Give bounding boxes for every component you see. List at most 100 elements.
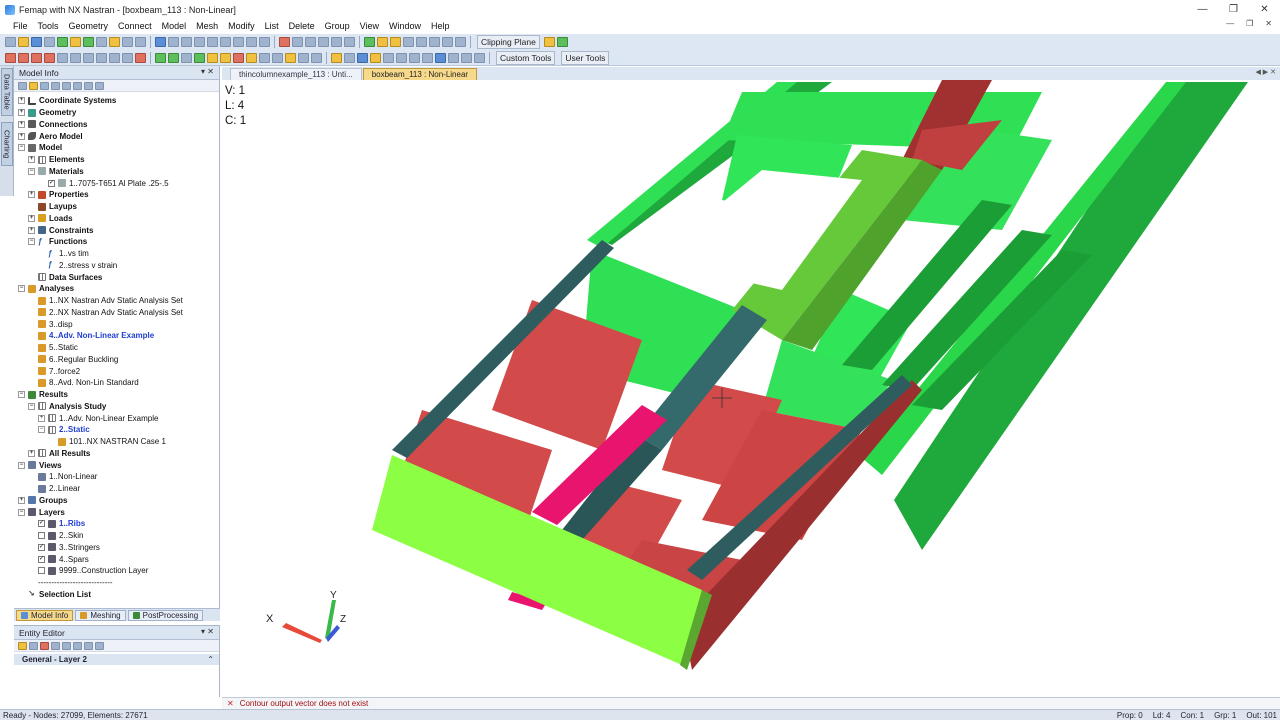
tree-node[interactable]: ✓ 1..Ribs (14, 518, 219, 530)
post-query-icon[interactable] (442, 37, 453, 47)
graphics-viewport[interactable]: X Y Z V: 1 L: 4 C: 1 (222, 80, 1280, 697)
entity-editor-section[interactable]: General - Layer 2 ⌃ (14, 654, 219, 665)
snap-curve-icon[interactable] (233, 52, 244, 63)
visibility-checkbox[interactable]: ✓ (48, 179, 55, 187)
tree-node[interactable]: 2..NX Nastran Adv Static Analysis Set (14, 307, 219, 319)
workplane-icon[interactable] (168, 52, 179, 63)
tree-node[interactable]: + Geometry (14, 107, 219, 119)
expand-icon[interactable]: + (38, 414, 45, 422)
visibility-checkbox[interactable]: ✓ (38, 543, 45, 551)
snap-clear-icon[interactable] (311, 52, 322, 63)
menu-model[interactable]: Model (157, 21, 192, 31)
tree-node[interactable]: 2..Linear (14, 483, 219, 495)
redo-icon[interactable] (135, 37, 146, 47)
snap-icon[interactable] (155, 52, 166, 63)
tab-charting[interactable]: Charting (1, 122, 13, 166)
tree-node[interactable]: + All Results (14, 448, 219, 460)
tree-node[interactable]: ✓ 3..Stringers (14, 542, 219, 554)
expand-icon[interactable]: + (18, 97, 25, 105)
mdi-minimize-icon[interactable]: — (1226, 19, 1234, 28)
tree-node[interactable]: + Loads (14, 213, 219, 225)
model-align-icon[interactable] (344, 52, 355, 63)
tab-view-thincolumn[interactable]: thincolumnexample_113 : Unti... (230, 68, 362, 80)
snap-midpoint-icon[interactable] (220, 52, 231, 63)
snap-options-icon[interactable] (298, 52, 309, 63)
expand-icon[interactable]: + (18, 109, 25, 117)
close-icon[interactable]: ✕ (1249, 0, 1280, 19)
mesh-icon[interactable] (83, 37, 94, 47)
tree-node[interactable]: 4..Adv. Non-Linear Example (14, 330, 219, 342)
collapse-icon[interactable]: − (18, 285, 25, 293)
post-animate-icon[interactable] (403, 37, 414, 47)
model-radial-icon[interactable] (422, 52, 433, 63)
element-icon[interactable] (109, 37, 120, 47)
menu-geometry[interactable]: Geometry (64, 21, 114, 31)
tree-tool-7-icon[interactable] (84, 81, 93, 90)
snap-entity-icon[interactable] (272, 52, 283, 63)
menu-delete[interactable]: Delete (284, 21, 320, 31)
clipping-plane-button[interactable]: Clipping Plane (477, 35, 540, 49)
visibility-checkbox[interactable] (38, 532, 45, 540)
collapse-icon[interactable]: − (18, 461, 25, 469)
ee-tool-7-icon[interactable] (84, 641, 93, 650)
tab-postprocessing[interactable]: PostProcessing (127, 609, 204, 621)
tree-tool-8-icon[interactable] (95, 81, 104, 90)
collapse-icon[interactable]: − (28, 238, 35, 246)
ee-tool-8-icon[interactable] (95, 641, 104, 650)
view-style-icon[interactable] (220, 37, 231, 47)
clipping-flip-icon[interactable] (556, 37, 568, 47)
collapse-icon[interactable]: − (18, 144, 25, 152)
tree-node[interactable]: Data Surfaces (14, 271, 219, 283)
collapse-icon[interactable]: − (28, 402, 35, 410)
expand-icon[interactable]: + (28, 214, 35, 222)
curves-icon[interactable] (31, 52, 42, 63)
restore-icon[interactable]: ❐ (1218, 0, 1249, 19)
tab-model-info[interactable]: Model Info (16, 609, 74, 621)
select-freehand-icon[interactable] (331, 37, 342, 47)
view-rotate-icon[interactable] (155, 37, 166, 47)
status-out[interactable]: Out: 101 (1246, 711, 1277, 720)
tree-tool-2-icon[interactable] (29, 81, 38, 90)
expand-icon[interactable]: + (18, 132, 25, 140)
snap-point-icon[interactable] (207, 52, 218, 63)
clipping-on-icon[interactable] (543, 37, 555, 47)
collapse-icon[interactable]: − (38, 426, 45, 434)
expand-icon[interactable]: + (18, 496, 25, 504)
expand-icon[interactable]: + (28, 156, 35, 164)
tab-data-table[interactable]: Data Table (1, 68, 13, 116)
ee-tool-3-icon[interactable] (40, 641, 49, 650)
tree-node[interactable]: + Properties (14, 189, 219, 201)
collapse-icon[interactable]: − (18, 508, 25, 516)
ee-tool-2-icon[interactable] (29, 641, 38, 650)
menu-help[interactable]: Help (426, 21, 455, 31)
model-rotate-icon[interactable] (383, 52, 394, 63)
tree-node[interactable]: 1..NX Nastran Adv Static Analysis Set (14, 295, 219, 307)
mdi-close-icon[interactable]: ✕ (1265, 19, 1272, 28)
select-circle-icon[interactable] (305, 37, 316, 47)
visibility-checkbox[interactable]: ✓ (38, 520, 45, 528)
view-shade-icon[interactable] (233, 37, 244, 47)
entity-editor-pin-close-icon[interactable]: ▾ ✕ (201, 627, 214, 636)
model-more-icon[interactable] (474, 52, 485, 63)
model-copy-icon[interactable] (357, 52, 368, 63)
tree-tool-4-icon[interactable] (51, 81, 60, 90)
solid-icon[interactable] (70, 37, 81, 47)
snap-surface-icon[interactable] (246, 52, 257, 63)
menu-window[interactable]: Window (384, 21, 426, 31)
undo-icon[interactable] (122, 37, 133, 47)
post-options-icon[interactable] (429, 37, 440, 47)
tree-node[interactable]: ƒ 1..vs tim (14, 248, 219, 260)
status-prop[interactable]: Prop: 0 (1117, 711, 1143, 720)
tree-node[interactable]: ↘ Selection List (14, 589, 219, 601)
expand-icon[interactable]: + (18, 120, 25, 128)
boxbeam-model[interactable]: X Y Z (222, 80, 1280, 697)
tree-node[interactable]: 8..Avd. Non-Lin Standard (14, 377, 219, 389)
user-tools-button[interactable]: User Tools (561, 50, 610, 65)
ee-tool-6-icon[interactable] (73, 641, 82, 650)
tree-node[interactable]: − ƒ Functions (14, 236, 219, 248)
ee-lock-icon[interactable] (18, 641, 27, 650)
mdi-restore-icon[interactable]: ❐ (1246, 19, 1253, 28)
tree-tool-1-icon[interactable] (18, 81, 27, 90)
model-icon[interactable] (331, 52, 342, 63)
tree-tool-3-icon[interactable] (40, 81, 49, 90)
